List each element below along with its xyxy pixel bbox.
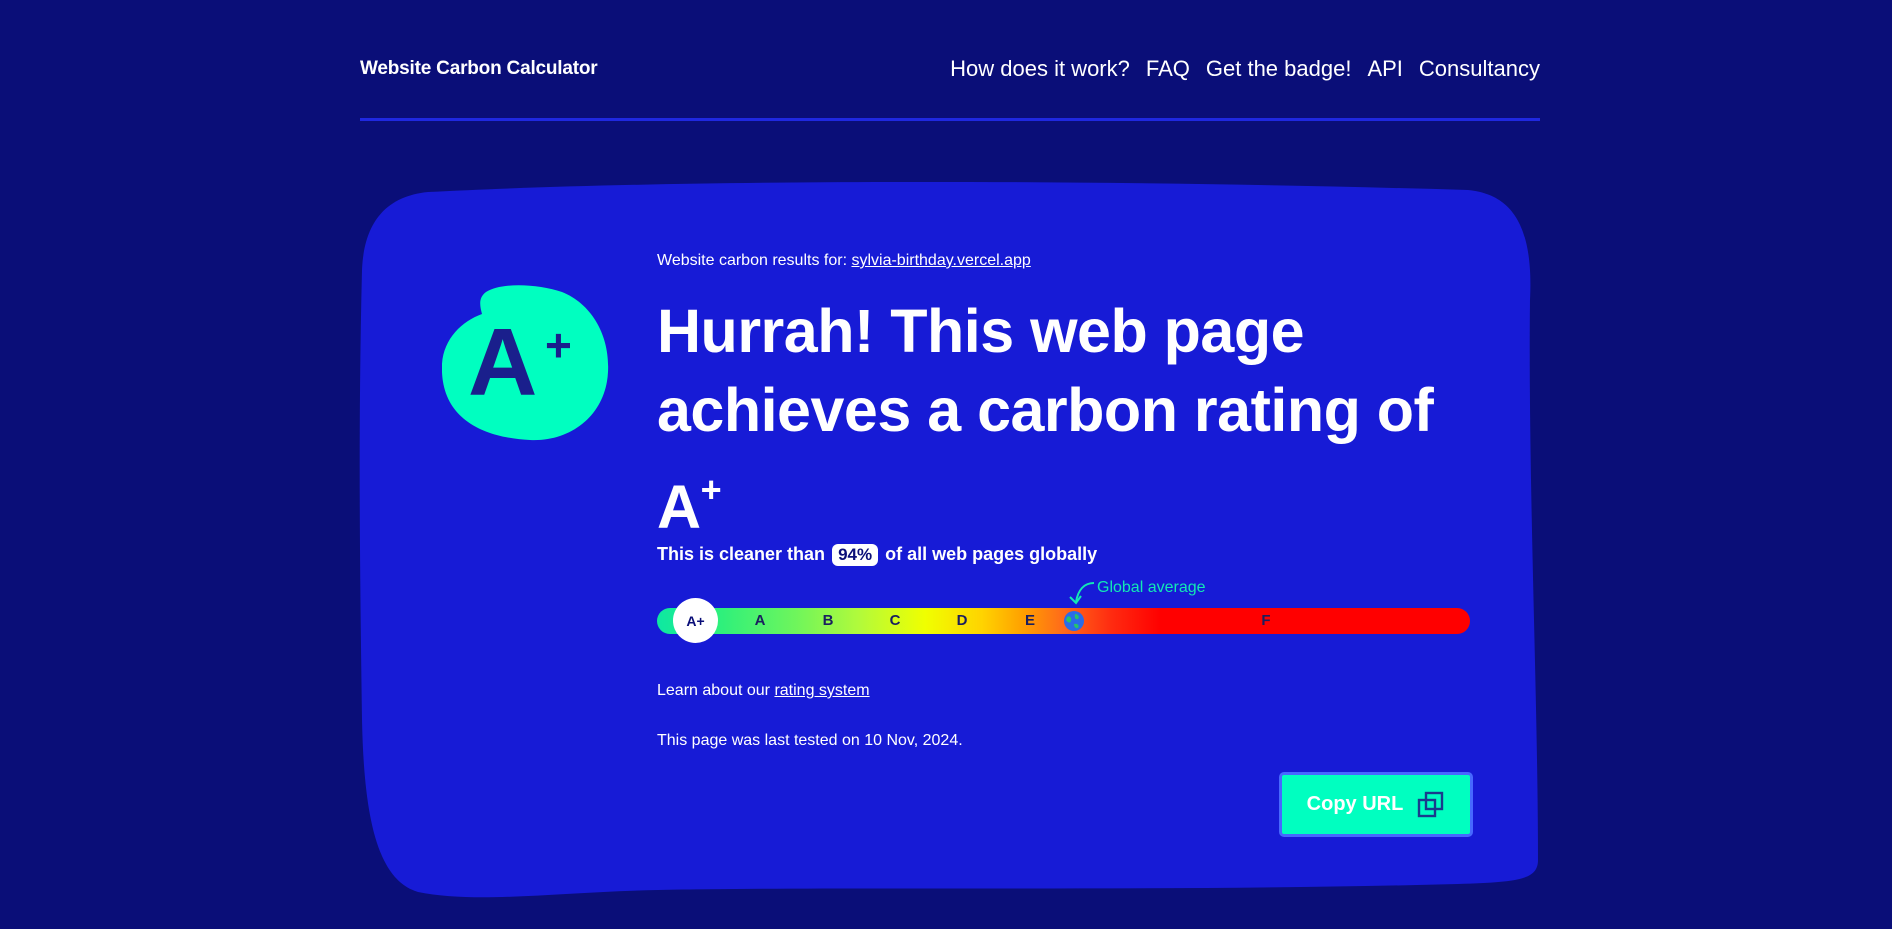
copy-url-button[interactable]: Copy URL: [1279, 772, 1473, 837]
site-title[interactable]: Website Carbon Calculator: [360, 58, 598, 80]
global-average-label: Global average: [1097, 579, 1206, 596]
badge-grade-plus: +: [545, 319, 572, 371]
results-for-label: Website carbon results for:: [657, 252, 848, 269]
learn-rating: Learn about our rating system: [657, 682, 870, 700]
grade-b-label: B: [822, 612, 834, 629]
nav-api[interactable]: API: [1367, 56, 1402, 82]
results-for: Website carbon results for: sylvia-birth…: [657, 252, 1031, 270]
grade-e-label: E: [1024, 612, 1035, 629]
nav-get-badge[interactable]: Get the badge!: [1206, 56, 1352, 82]
last-tested: This page was last tested on 10 Nov, 202…: [657, 732, 963, 749]
results-url-link[interactable]: sylvia-birthday.vercel.app: [851, 252, 1030, 269]
headline-sup: +: [700, 469, 722, 510]
headline-text: Hurrah! This web page achieves a carbon …: [657, 297, 1434, 541]
copy-url-label: Copy URL: [1306, 793, 1404, 815]
cleaner-percentage: 94%: [832, 544, 879, 566]
grade-a-label: A: [754, 612, 766, 629]
grade-f-label: F: [1261, 612, 1271, 629]
grade-c-label: C: [889, 612, 901, 629]
badge-grade-letter: A: [468, 309, 537, 416]
rating-system-link[interactable]: rating system: [774, 682, 869, 699]
globe-icon: [1064, 611, 1084, 631]
cleaner-than: This is cleaner than 94% of all web page…: [657, 544, 1097, 566]
nav-how-it-works[interactable]: How does it work?: [950, 56, 1130, 82]
cleaner-prefix: This is cleaner than: [657, 544, 826, 564]
nav-consultancy[interactable]: Consultancy: [1419, 56, 1540, 82]
nav-faq[interactable]: FAQ: [1146, 56, 1190, 82]
copy-icon: [1418, 791, 1444, 817]
main-nav: How does it work? FAQ Get the badge! API…: [950, 56, 1540, 82]
grade-d-label: D: [956, 612, 968, 629]
site-header: Website Carbon Calculator How does it wo…: [360, 0, 1540, 121]
rating-marker: A+: [673, 598, 718, 643]
headline: Hurrah! This web page achieves a carbon …: [657, 292, 1477, 547]
cleaner-suffix: of all web pages globally: [885, 544, 1098, 564]
curved-arrow-icon: [1069, 582, 1095, 605]
learn-prefix: Learn about our: [657, 682, 770, 699]
